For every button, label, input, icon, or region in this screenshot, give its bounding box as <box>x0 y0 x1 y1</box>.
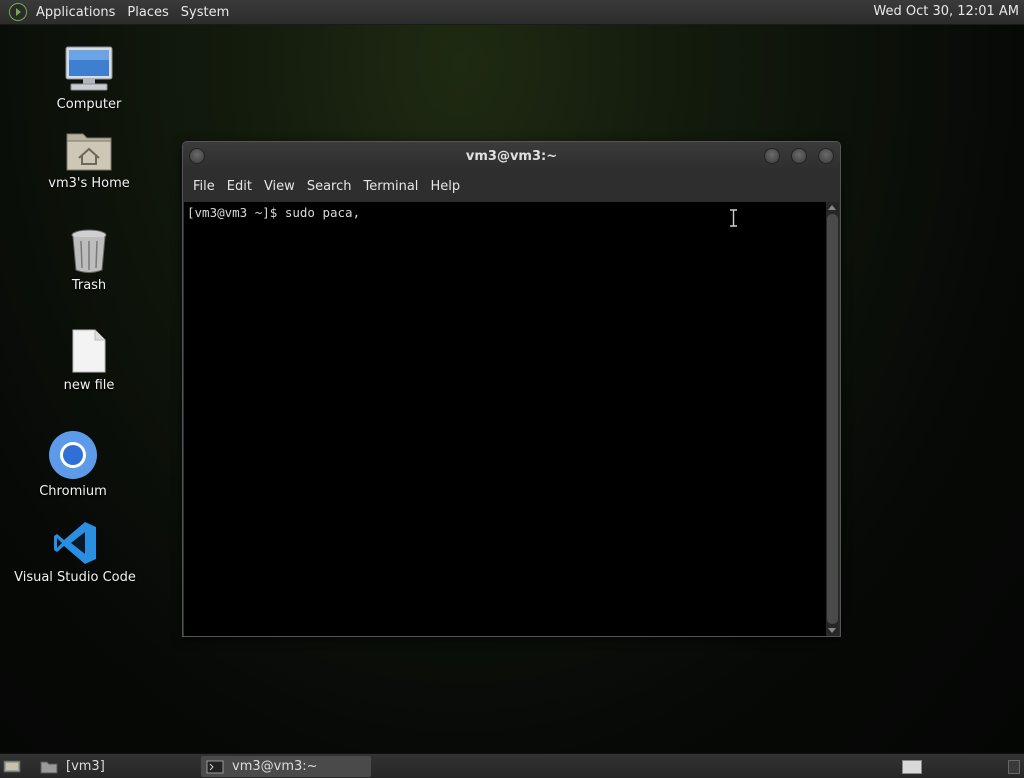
taskbar-item-label: vm3@vm3:~ <box>232 759 318 774</box>
desktop-icon-home[interactable]: vm3's Home <box>24 128 154 191</box>
workspace-switcher-2[interactable] <box>1008 756 1022 777</box>
terminal-scrollbar[interactable] <box>826 202 839 636</box>
menu-view[interactable]: View <box>261 179 298 194</box>
terminal-titlebar[interactable]: vm3@vm3:~ <box>183 142 840 172</box>
menu-search[interactable]: Search <box>304 179 355 194</box>
window-title: vm3@vm3:~ <box>465 149 558 164</box>
show-desktop-icon <box>3 760 21 772</box>
top-panel: Applications Places System Wed Oct 30, 1… <box>0 0 1024 25</box>
file-icon <box>72 329 106 373</box>
terminal-window[interactable]: vm3@vm3:~ File Edit View Search Terminal… <box>182 141 841 637</box>
desktop-icon-trash[interactable]: Trash <box>24 228 154 293</box>
taskbar-item-terminal[interactable]: vm3@vm3:~ <box>201 756 371 777</box>
desktop-icon-label: Chromium <box>39 484 107 499</box>
gnome-foot-icon[interactable] <box>9 3 27 21</box>
close-icon[interactable] <box>818 148 834 164</box>
desktop-icon-vscode[interactable]: Visual Studio Code <box>10 520 140 585</box>
scroll-up-icon[interactable] <box>828 205 836 210</box>
workspace-icon <box>902 759 922 774</box>
terminal-line: [vm3@vm3 ~]$ sudo paca, <box>187 205 361 220</box>
desktop-icon-chromium[interactable]: Chromium <box>8 430 138 499</box>
terminal-menubar: File Edit View Search Terminal Help <box>183 172 840 201</box>
desktop-icon-new-file[interactable]: new file <box>24 328 154 393</box>
taskbar-item-home-folder[interactable]: [vm3] <box>36 756 196 777</box>
computer-monitor-icon <box>65 46 113 91</box>
desktop-icon-label: Visual Studio Code <box>14 570 136 585</box>
home-folder-icon <box>66 133 112 171</box>
scroll-thumb[interactable] <box>827 214 838 624</box>
workspace-switcher[interactable] <box>902 756 924 777</box>
menu-file[interactable]: File <box>190 179 218 194</box>
show-desktop-button[interactable] <box>3 756 23 777</box>
menu-edit[interactable]: Edit <box>224 179 255 194</box>
maximize-icon[interactable] <box>791 148 807 164</box>
workspace-icon <box>1008 759 1020 774</box>
window-menu-icon[interactable] <box>189 148 205 164</box>
menu-terminal[interactable]: Terminal <box>360 179 421 194</box>
menu-applications[interactable]: Applications <box>30 5 121 20</box>
taskbar-item-label: [vm3] <box>66 759 105 774</box>
chromium-icon <box>49 431 97 479</box>
ibeam-cursor-icon <box>730 209 737 227</box>
vscode-icon <box>54 522 96 564</box>
menu-system[interactable]: System <box>175 5 235 20</box>
scroll-down-icon[interactable] <box>828 628 836 633</box>
desktop-icon-label: vm3's Home <box>48 176 130 191</box>
desktop-icon-label: Computer <box>56 97 122 112</box>
trash-icon <box>71 229 107 273</box>
desktop-icon-label: new file <box>63 378 115 393</box>
desktop-icon-computer[interactable]: Computer <box>24 45 154 112</box>
clock[interactable]: Wed Oct 30, 12:01 AM <box>873 4 1019 19</box>
terminal-icon <box>206 760 224 773</box>
desktop-icon-label: Trash <box>71 278 107 293</box>
terminal-output[interactable]: [vm3@vm3 ~]$ sudo paca, <box>184 202 826 636</box>
minimize-icon[interactable] <box>764 148 780 164</box>
menu-places[interactable]: Places <box>121 5 174 20</box>
bottom-panel: [vm3] vm3@vm3:~ <box>0 753 1024 778</box>
folder-icon <box>40 761 58 773</box>
menu-help[interactable]: Help <box>427 179 463 194</box>
